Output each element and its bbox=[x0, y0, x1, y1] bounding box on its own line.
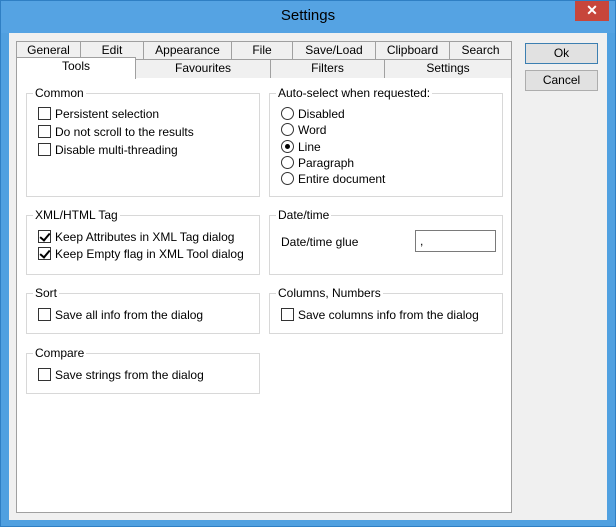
dialog-client: General Edit Appearance File Save/Load C… bbox=[9, 33, 607, 520]
tab-row-2: Tools Favourites Filters Settings bbox=[16, 57, 512, 79]
window-title: Settings bbox=[280, 7, 336, 24]
checkbox-label: Save all info from the dialog bbox=[55, 308, 204, 322]
group-sort-label: Sort bbox=[33, 286, 60, 300]
datetime-glue-input[interactable]: , bbox=[415, 230, 496, 252]
group-datetime-label: Date/time bbox=[276, 208, 332, 222]
group-xml-html-tag: XML/HTML Tag Keep Attributes in XML Tag … bbox=[26, 208, 260, 275]
radio-line[interactable]: Line bbox=[281, 140, 321, 156]
group-autoselect: Auto-select when requested: Disabled Wor… bbox=[269, 86, 503, 197]
close-button[interactable]: ✕ bbox=[575, 1, 609, 21]
checkbox-label: Keep Empty flag in XML Tool dialog bbox=[55, 247, 244, 261]
datetime-glue-label: Date/time glue bbox=[281, 235, 359, 249]
checkbox-save-strings[interactable]: Save strings from the dialog bbox=[38, 368, 204, 384]
checkbox-box[interactable] bbox=[38, 125, 51, 138]
radio-word[interactable]: Word bbox=[281, 123, 326, 139]
radio-label: Word bbox=[298, 123, 327, 137]
radio-label: Disabled bbox=[298, 107, 345, 121]
checkbox-label: Persistent selection bbox=[55, 107, 160, 121]
group-columns-numbers: Columns, Numbers Save columns info from … bbox=[269, 286, 503, 334]
tab-save-load[interactable]: Save/Load bbox=[292, 41, 376, 60]
radio-entire-document[interactable]: Entire document bbox=[281, 172, 385, 188]
checkbox-box[interactable] bbox=[38, 247, 51, 260]
checkbox-label: Disable multi-threading bbox=[55, 143, 178, 157]
radio-circle[interactable] bbox=[281, 156, 294, 169]
group-autoselect-label: Auto-select when requested: bbox=[276, 86, 433, 100]
cancel-button[interactable]: Cancel bbox=[525, 70, 598, 91]
settings-window: Settings ✕ General Edit Appearance File … bbox=[0, 0, 616, 527]
checkbox-keep-empty-flag[interactable]: Keep Empty flag in XML Tool dialog bbox=[38, 247, 244, 263]
tab-favourites[interactable]: Favourites bbox=[135, 59, 271, 78]
checkbox-box[interactable] bbox=[38, 368, 51, 381]
tab-search[interactable]: Search bbox=[449, 41, 512, 60]
checkbox-disable-multithreading[interactable]: Disable multi-threading bbox=[38, 143, 178, 159]
tab-tools[interactable]: Tools bbox=[16, 57, 136, 79]
close-icon: ✕ bbox=[586, 2, 598, 18]
radio-label: Paragraph bbox=[298, 156, 355, 170]
group-columns-label: Columns, Numbers bbox=[276, 286, 383, 300]
group-compare-label: Compare bbox=[33, 346, 87, 360]
group-common-label: Common bbox=[33, 86, 86, 100]
group-sort: Sort Save all info from the dialog bbox=[26, 286, 260, 334]
radio-circle[interactable] bbox=[281, 123, 294, 136]
group-common: Common Persistent selection Do not scrol… bbox=[26, 86, 260, 197]
radio-circle[interactable] bbox=[281, 107, 294, 120]
tab-settings[interactable]: Settings bbox=[384, 59, 512, 78]
checkbox-persistent-selection[interactable]: Persistent selection bbox=[38, 107, 159, 123]
checkbox-label: Save columns info from the dialog bbox=[298, 308, 479, 322]
checkbox-do-not-scroll[interactable]: Do not scroll to the results bbox=[38, 125, 194, 141]
checkbox-box[interactable] bbox=[38, 107, 51, 120]
radio-disabled[interactable]: Disabled bbox=[281, 107, 345, 123]
radio-circle[interactable] bbox=[281, 172, 294, 185]
checkbox-box[interactable] bbox=[281, 308, 294, 321]
radio-paragraph[interactable]: Paragraph bbox=[281, 156, 354, 172]
tab-filters[interactable]: Filters bbox=[270, 59, 385, 78]
ok-button[interactable]: Ok bbox=[525, 43, 598, 64]
tab-clipboard[interactable]: Clipboard bbox=[375, 41, 450, 60]
tab-file[interactable]: File bbox=[231, 41, 293, 60]
radio-label: Line bbox=[298, 140, 321, 154]
checkbox-box[interactable] bbox=[38, 308, 51, 321]
radio-label: Entire document bbox=[298, 172, 386, 186]
tools-panel: Common Persistent selection Do not scrol… bbox=[16, 77, 512, 513]
checkbox-label: Do not scroll to the results bbox=[55, 125, 194, 139]
checkbox-save-all-info[interactable]: Save all info from the dialog bbox=[38, 308, 203, 324]
title-bar[interactable]: Settings ✕ bbox=[1, 1, 615, 33]
checkbox-save-columns-info[interactable]: Save columns info from the dialog bbox=[281, 308, 479, 324]
radio-circle[interactable] bbox=[281, 140, 294, 153]
checkbox-box[interactable] bbox=[38, 143, 51, 156]
group-datetime: Date/time Date/time glue , bbox=[269, 208, 503, 275]
checkbox-label: Keep Attributes in XML Tag dialog bbox=[55, 230, 235, 244]
checkbox-box[interactable] bbox=[38, 230, 51, 243]
checkbox-keep-attributes[interactable]: Keep Attributes in XML Tag dialog bbox=[38, 230, 234, 246]
group-compare: Compare Save strings from the dialog bbox=[26, 346, 260, 394]
checkbox-label: Save strings from the dialog bbox=[55, 368, 204, 382]
group-xml-label: XML/HTML Tag bbox=[33, 208, 120, 222]
tab-appearance[interactable]: Appearance bbox=[143, 41, 232, 60]
